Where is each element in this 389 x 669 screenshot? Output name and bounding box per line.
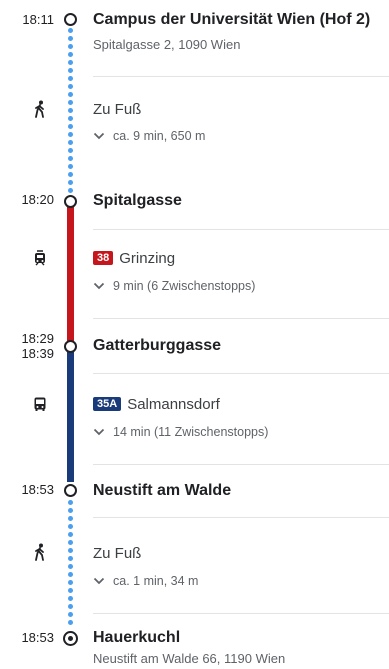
leg-detail-text: 9 min (6 Zwischenstopps): [113, 279, 256, 293]
walk-dot: [68, 180, 73, 185]
walk-dot: [68, 148, 73, 153]
walk-dot: [68, 44, 73, 49]
stop-name: Hauerkuchl: [93, 629, 181, 646]
walk-dot: [68, 172, 73, 177]
line-direction: Grinzing: [119, 250, 176, 267]
walk-dot: [68, 188, 73, 193]
walk-dot: [68, 156, 73, 161]
walk-dot: [68, 76, 73, 81]
walk-dot: [68, 572, 73, 577]
walk-dot: [68, 132, 73, 137]
walk-dot: [68, 108, 73, 113]
walking-person-icon: [26, 100, 54, 123]
walk-dot: [68, 68, 73, 73]
tram-icon: [26, 250, 54, 271]
walk-dot: [68, 516, 73, 521]
leg-details-toggle[interactable]: 9 min (6 Zwischenstopps): [93, 279, 255, 293]
leg-detail-text: ca. 9 min, 650 m: [113, 129, 206, 143]
bus-line-segment: [67, 349, 74, 482]
divider: [93, 76, 389, 77]
walk-dot: [68, 564, 73, 569]
walk-dot: [68, 84, 73, 89]
stop-name: Neustift am Walde: [93, 482, 232, 499]
line-badge-35a: 35A: [93, 397, 122, 411]
bus-icon: [26, 396, 54, 417]
leg-detail-text: 14 min (11 Zwischenstopps): [113, 425, 269, 439]
chevron-down-icon: [93, 577, 105, 585]
destination-target-icon: [63, 631, 78, 646]
stop-node-gatterburggasse: [64, 340, 77, 353]
walk-dot: [68, 540, 73, 545]
line-badge-38: 38: [93, 251, 114, 265]
stop-address: Neustift am Walde 66, 1190 Wien: [93, 651, 286, 666]
leg-title: Zu Fuß: [93, 545, 142, 562]
walk-dot: [68, 588, 73, 593]
walk-dot: [68, 124, 73, 129]
stop-name: Gatterburggasse: [93, 337, 222, 354]
leg-title-line: 38 Grinzing: [93, 250, 175, 267]
line-direction: Salmannsdorf: [127, 396, 220, 413]
walk-dot: [68, 52, 73, 57]
walk-dot: [68, 60, 73, 65]
stop-name: Campus der Universität Wien (Hof 2): [93, 11, 371, 28]
chevron-down-icon: [93, 282, 105, 290]
walk-dot: [68, 100, 73, 105]
walk-dot: [68, 28, 73, 33]
stop-time: 18:53: [21, 482, 54, 497]
walk-dot: [68, 140, 73, 145]
stop-time: 18:20: [21, 192, 54, 207]
leg-title-line: 35A Salmannsdorf: [93, 396, 220, 413]
divider: [93, 517, 389, 518]
tram-line-segment: [67, 205, 74, 341]
chevron-down-icon: [93, 132, 105, 140]
leg-detail-text: ca. 1 min, 34 m: [113, 574, 199, 588]
walk-dot: [68, 524, 73, 529]
walk-dot: [68, 612, 73, 617]
leg-details-toggle[interactable]: 14 min (11 Zwischenstopps): [93, 425, 268, 439]
walk-dot: [68, 596, 73, 601]
stop-time: 18:53: [21, 630, 54, 645]
walk-dot: [68, 532, 73, 537]
stop-departure-time: 18:39: [21, 346, 54, 361]
walk-dot: [68, 604, 73, 609]
stop-node-spitalgasse: [64, 195, 77, 208]
walk-dot: [68, 548, 73, 553]
divider: [93, 613, 389, 614]
walk-dot: [68, 116, 73, 121]
chevron-down-icon: [93, 428, 105, 436]
leg-title: Zu Fuß: [93, 101, 142, 118]
divider: [93, 229, 389, 230]
leg-details-toggle[interactable]: ca. 1 min, 34 m: [93, 574, 198, 588]
walk-dot: [68, 620, 73, 625]
walk-dot: [68, 92, 73, 97]
walking-person-icon: [26, 543, 54, 566]
walk-dot: [68, 556, 73, 561]
stop-address: Spitalgasse 2, 1090 Wien: [93, 37, 241, 52]
stop-name: Spitalgasse: [93, 192, 182, 209]
walk-dot: [68, 580, 73, 585]
walk-dot: [68, 36, 73, 41]
divider: [93, 373, 389, 374]
stop-node-neustift: [64, 484, 77, 497]
walk-dot: [68, 500, 73, 505]
stop-arrival-time: 18:29: [21, 331, 54, 346]
walk-dot: [68, 164, 73, 169]
walk-dot: [68, 508, 73, 513]
origin-node: [64, 13, 77, 26]
stop-time: 18:11: [22, 12, 54, 27]
leg-details-toggle[interactable]: ca. 9 min, 650 m: [93, 129, 205, 143]
divider: [93, 318, 389, 319]
divider: [93, 464, 389, 465]
